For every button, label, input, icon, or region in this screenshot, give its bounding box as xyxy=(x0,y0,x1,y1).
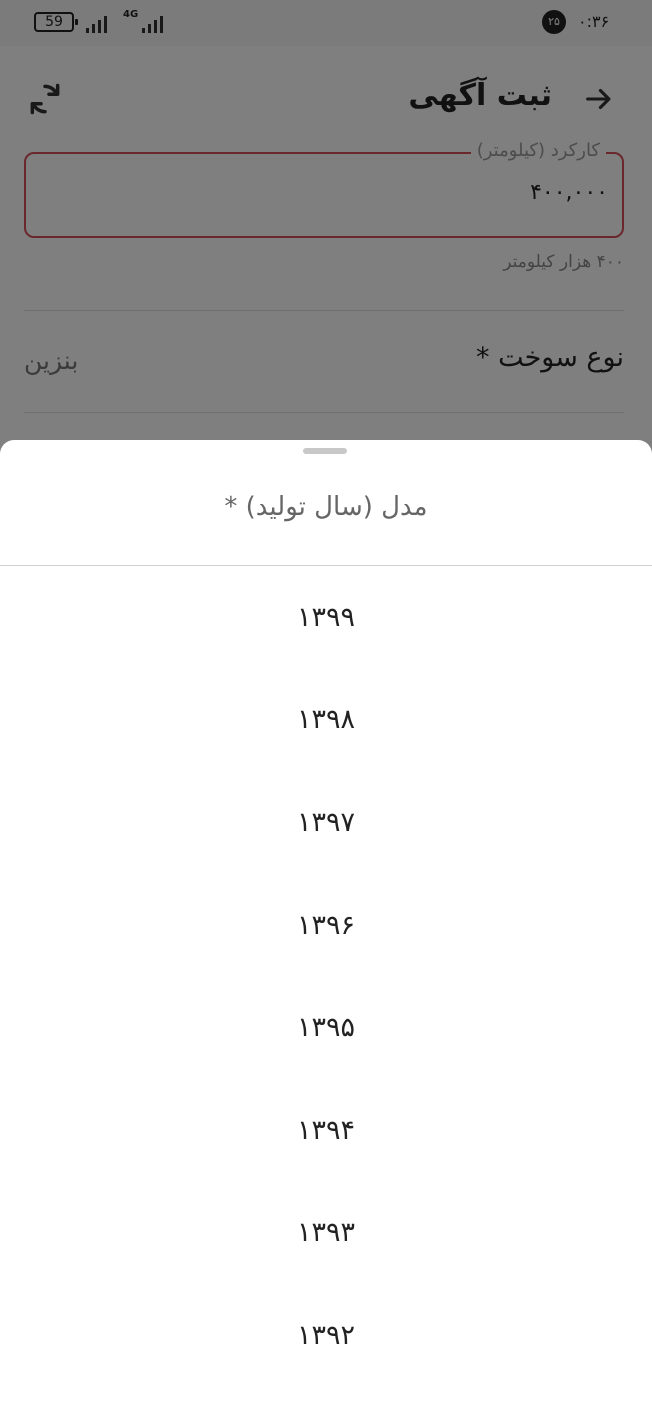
year-option[interactable]: ۱۳۹۶ xyxy=(0,874,652,977)
year-option[interactable]: ۱۳۹۳ xyxy=(0,1182,652,1285)
year-option[interactable]: ۱۳۹۲ xyxy=(0,1284,652,1387)
year-option[interactable]: ۱۳۹۹ xyxy=(0,566,652,669)
year-option[interactable]: ۱۳۹۸ xyxy=(0,669,652,772)
sheet-title: مدل (سال تولید) * xyxy=(224,492,428,522)
year-picker-sheet: مدل (سال تولید) * ۱۳۹۹ ۱۳۹۸ ۱۳۹۷ ۱۳۹۶ ۱۳… xyxy=(0,440,652,1405)
year-options-list: ۱۳۹۹ ۱۳۹۸ ۱۳۹۷ ۱۳۹۶ ۱۳۹۵ ۱۳۹۴ ۱۳۹۳ ۱۳۹۲ xyxy=(0,566,652,1387)
year-option[interactable]: ۱۳۹۴ xyxy=(0,1079,652,1182)
year-option[interactable]: ۱۳۹۷ xyxy=(0,771,652,874)
year-option[interactable]: ۱۳۹۵ xyxy=(0,976,652,1079)
sheet-drag-handle[interactable] xyxy=(303,448,347,454)
